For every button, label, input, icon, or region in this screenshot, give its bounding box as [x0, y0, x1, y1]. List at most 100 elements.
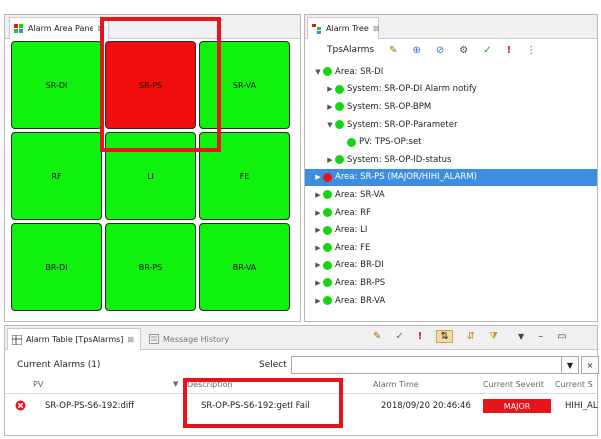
alarm-tree: ▼ Area: SR-DI ▶ System: SR-OP-DI Alarm noti… — [305, 63, 597, 309]
area-cell-sr-di[interactable]: SR-DI — [11, 41, 102, 129]
chevron-down-icon[interactable]: ▼ — [313, 68, 323, 76]
column-pv[interactable]: PV — [33, 380, 43, 389]
status-dot-icon — [347, 137, 356, 147]
select-input[interactable] — [291, 356, 563, 374]
sort-icon[interactable]: ⇵ — [467, 331, 475, 342]
chevron-right-icon[interactable]: ▶ — [325, 156, 335, 164]
cell-status: HIHI_AL — [565, 401, 598, 411]
chevron-right-icon[interactable]: ▶ — [325, 85, 335, 93]
clear-select-button[interactable]: × — [581, 356, 599, 374]
chevron-right-icon[interactable]: ▶ — [313, 279, 323, 287]
tree-row[interactable]: ▶ Area: BR-PS — [305, 274, 597, 292]
tree-tab-label: Alarm Tree — [326, 24, 369, 33]
tree-row[interactable]: ▶ Area: SR-PS (MAJOR/HIHI_ALARM) — [305, 168, 597, 187]
minimize-icon[interactable]: – — [538, 331, 543, 342]
close-icon[interactable]: ⊠ — [97, 24, 104, 33]
tab-alarm-table[interactable]: Alarm Table [TpsAlarms] ⊠ — [7, 328, 141, 350]
tree-row-label: PV: TPS-OP:set — [359, 137, 422, 148]
chevron-right-icon[interactable]: ▶ — [313, 209, 323, 217]
menu-icon[interactable]: ⋮ — [526, 45, 536, 56]
tree-row[interactable]: ▶ Area: SR-VA — [305, 186, 597, 204]
tree-row[interactable]: ▶ Area: FE — [305, 239, 597, 257]
column-current-status[interactable]: Current S — [555, 380, 593, 389]
chevron-right-icon[interactable]: ▶ — [313, 191, 323, 199]
tree-row[interactable]: ▶ System: SR-OP-ID-status — [305, 151, 597, 169]
chevron-down-icon[interactable]: ▼ — [518, 332, 524, 341]
close-icon[interactable]: ⊠ — [373, 24, 380, 33]
tab-message-history[interactable]: Message History — [145, 328, 255, 350]
area-cell-sr-va[interactable]: SR-VA — [199, 41, 290, 129]
tree-row[interactable]: PV: TPS-OP:set — [305, 133, 597, 151]
tree-row[interactable]: ▼ System: SR-OP-Parameter — [305, 116, 597, 134]
area-cell-rf[interactable]: RF — [11, 132, 102, 220]
status-dot-icon — [335, 102, 344, 112]
search-icon[interactable]: ⊘ — [436, 45, 444, 56]
tree-row[interactable]: ▶ System: SR-OP-DI Alarm notify — [305, 81, 597, 99]
refresh-icon[interactable]: ⊕ — [412, 45, 420, 56]
close-icon: × — [586, 360, 594, 370]
tree-row[interactable]: ▶ System: SR-OP-BPM — [305, 98, 597, 116]
status-dot-icon — [323, 67, 332, 77]
table-tabbar: Alarm Table [TpsAlarms] ⊠ Message Histor… — [5, 326, 597, 350]
alert-icon[interactable]: ! — [507, 45, 512, 56]
check-icon[interactable]: ✓ — [395, 331, 403, 342]
tree-row-label: Area: RF — [335, 207, 371, 218]
chevron-right-icon[interactable]: ▶ — [313, 297, 323, 305]
area-cell-label: FE — [239, 171, 250, 181]
alert-icon[interactable]: ! — [418, 331, 423, 342]
close-icon[interactable]: ⊠ — [127, 335, 134, 344]
check-icon[interactable]: ✓ — [483, 45, 491, 56]
tree-icon — [312, 23, 322, 34]
area-cell-li[interactable]: LI — [105, 132, 196, 220]
area-cell-label: BR-VA — [232, 262, 257, 272]
grid-icon — [14, 23, 24, 34]
area-cell-br-ps[interactable]: BR-PS — [105, 223, 196, 311]
tree-row-label: System: SR-OP-Parameter — [347, 119, 458, 130]
tree-row-label: Area: SR-VA — [335, 189, 385, 200]
area-grid: SR-DI SR-PS SR-VA RF LI FE BR-DI BR-PS BR-VA — [11, 41, 298, 317]
status-dot-icon — [323, 278, 332, 288]
chevron-right-icon[interactable]: ▶ — [313, 244, 323, 252]
sort-chevron-icon[interactable]: ▼ — [173, 380, 178, 388]
tree-row[interactable]: ▶ Area: LI — [305, 221, 597, 239]
chevron-right-icon[interactable]: ▶ — [313, 261, 323, 269]
area-cell-label: LI — [147, 171, 154, 181]
alarm-table-panel: Alarm Table [TpsAlarms] ⊠ Message Histor… — [4, 325, 599, 436]
status-dot-icon — [323, 208, 332, 218]
select-dropdown-button[interactable]: ▼ — [561, 356, 579, 374]
status-dot-icon — [323, 296, 332, 306]
column-current-severity[interactable]: Current Severit — [483, 380, 544, 389]
tree-row[interactable]: ▼ Area: SR-DI — [305, 63, 597, 81]
chevron-down-icon[interactable]: ▼ — [325, 121, 335, 129]
config-dropdown[interactable]: TpsAlarms — [327, 45, 374, 55]
severity-badge: MAJOR — [483, 399, 551, 413]
maximize-icon[interactable]: ▭ — [557, 331, 566, 342]
table-toolbar: ✎ ✓ ! ⇅ ⇵ ⧩ ▼ – ▭ — [373, 330, 567, 343]
column-description[interactable]: Description — [187, 380, 233, 389]
acknowledge-icon[interactable]: ✎ — [373, 331, 381, 342]
tab-alarm-area-panel[interactable]: Alarm Area Panel ⊠ — [9, 17, 109, 39]
filter-icon[interactable]: ⧩ — [489, 331, 498, 342]
chevron-right-icon[interactable]: ▶ — [313, 173, 323, 181]
table-row[interactable]: SR-OP-PS-S6-192:diff SR-OP-PS-S6-192:get… — [5, 396, 598, 418]
area-cell-br-va[interactable]: BR-VA — [199, 223, 290, 311]
cell-description: SR-OP-PS-S6-192:getI Fail — [201, 401, 310, 411]
tree-row[interactable]: ▶ Area: BR-VA — [305, 292, 597, 310]
area-cell-br-di[interactable]: BR-DI — [11, 223, 102, 311]
area-cell-fe[interactable]: FE — [199, 132, 290, 220]
area-cell-sr-ps[interactable]: SR-PS — [105, 41, 196, 129]
tab-alarm-tree[interactable]: Alarm Tree ⊠ — [307, 17, 379, 39]
tree-row[interactable]: ▶ Area: RF — [305, 204, 597, 222]
current-alarms-bar: Current Alarms (1) Select ▼ × — [5, 352, 599, 378]
tree-row-label: Area: FE — [335, 242, 371, 253]
chevron-right-icon[interactable]: ▶ — [325, 103, 335, 111]
chevron-right-icon[interactable]: ▶ — [313, 226, 323, 234]
acknowledge-icon[interactable]: ✎ — [389, 45, 397, 56]
toggle-view-icon[interactable]: ⇅ — [436, 330, 453, 343]
area-panel-tab-label: Alarm Area Panel — [28, 24, 94, 33]
area-cell-label: BR-DI — [45, 262, 68, 272]
filter-icon[interactable]: ⚙ — [459, 45, 468, 56]
status-dot-icon — [335, 120, 344, 130]
tree-row[interactable]: ▶ Area: BR-DI — [305, 257, 597, 275]
column-alarm-time[interactable]: Alarm Time — [373, 380, 419, 389]
